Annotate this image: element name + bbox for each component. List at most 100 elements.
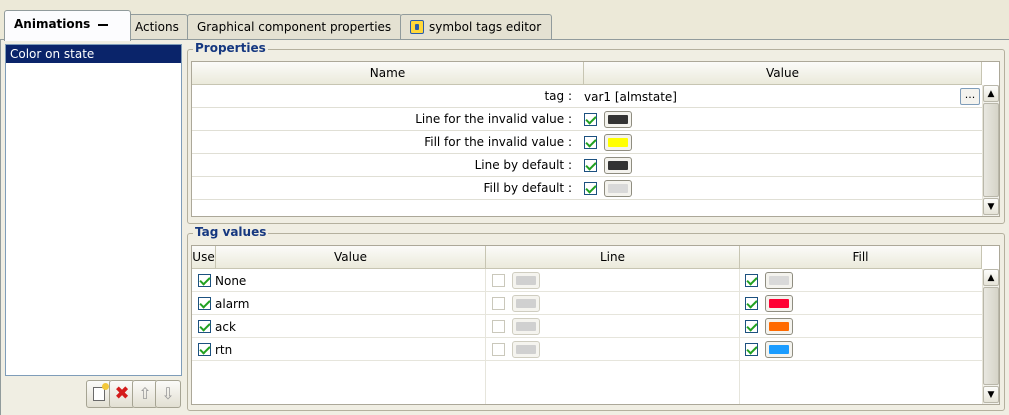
properties-table: Name Value tag : var1 [almstate] ... Lin… <box>191 61 1000 217</box>
fill-color-picker[interactable] <box>765 272 793 289</box>
use-checkbox[interactable] <box>198 297 211 310</box>
fill-checkbox[interactable] <box>745 320 758 333</box>
color-swatch <box>769 345 789 354</box>
fill-color-picker[interactable] <box>765 341 793 358</box>
color-picker[interactable] <box>604 180 632 197</box>
tab-graphical-component-properties[interactable]: Graphical component properties <box>187 14 402 40</box>
tab-graphical-label: Graphical component properties <box>197 20 392 34</box>
animations-list-panel: Color on state ✖ ⇧ ⇩ <box>5 44 182 411</box>
property-row[interactable]: Line by default : <box>192 154 982 177</box>
property-row-tag[interactable]: tag : var1 [almstate] ... <box>192 85 982 108</box>
line-color-picker[interactable] <box>512 341 540 358</box>
tab-actions-label: Actions <box>135 20 179 34</box>
column-header-fill[interactable]: Fill <box>740 246 982 269</box>
properties-group: Properties Name Value tag : var1 [almsta… <box>187 41 1005 224</box>
line-color-picker[interactable] <box>512 272 540 289</box>
use-checkbox[interactable] <box>198 343 211 356</box>
property-value: var1 [almstate] <box>584 85 677 108</box>
line-checkbox[interactable] <box>492 343 505 356</box>
scroll-down-button[interactable]: ▼ <box>983 198 999 215</box>
animations-panel: Color on state ✖ ⇧ ⇩ Properties Name Val… <box>0 40 1009 415</box>
scroll-thumb[interactable] <box>983 103 999 197</box>
color-swatch <box>516 322 536 331</box>
move-up-icon: ⇧ <box>138 384 152 403</box>
tag-editor-icon <box>410 20 424 34</box>
properties-header: Name Value <box>192 62 982 85</box>
line-checkbox[interactable] <box>492 274 505 287</box>
move-down-icon: ⇩ <box>161 384 175 403</box>
use-checkbox[interactable] <box>198 320 211 333</box>
fill-cell <box>745 269 793 292</box>
scroll-up-button[interactable]: ▲ <box>983 269 999 286</box>
tag-values-scrollbar[interactable]: ▲ ▼ <box>982 269 999 404</box>
use-checkbox[interactable] <box>198 274 211 287</box>
fill-color-picker[interactable] <box>765 295 793 312</box>
line-color-picker[interactable] <box>512 295 540 312</box>
scroll-thumb[interactable] <box>983 287 999 385</box>
property-checkbox[interactable] <box>584 113 597 126</box>
use-cell: ack <box>198 315 236 338</box>
property-checkbox[interactable] <box>584 182 597 195</box>
properties-legend: Properties <box>193 41 268 55</box>
scroll-down-button[interactable]: ▼ <box>983 386 999 403</box>
tag-value-name: None <box>215 273 247 288</box>
color-swatch <box>769 276 789 285</box>
line-checkbox[interactable] <box>492 297 505 310</box>
column-header-line[interactable]: Line <box>486 246 740 269</box>
tab-animations[interactable]: Animations <box>4 10 131 41</box>
tag-value: var1 [almstate] <box>584 89 677 104</box>
tab-symbol-tags-editor[interactable]: symbol tags editor <box>400 14 552 40</box>
line-cell <box>492 269 540 292</box>
property-label: tag : <box>544 89 572 103</box>
animations-list[interactable]: Color on state <box>5 44 182 376</box>
property-row[interactable]: Line for the invalid value : <box>192 108 982 131</box>
column-header-value[interactable]: Value <box>216 246 486 269</box>
properties-scrollbar[interactable]: ▲ ▼ <box>982 85 999 216</box>
tab-actions[interactable]: Actions <box>124 14 188 40</box>
column-header-value[interactable]: Value <box>584 62 982 85</box>
delete-icon: ✖ <box>114 383 130 404</box>
fill-checkbox[interactable] <box>745 343 758 356</box>
property-value <box>584 177 632 200</box>
list-toolbar: ✖ ⇧ ⇩ <box>5 378 182 412</box>
property-checkbox[interactable] <box>584 136 597 149</box>
property-row[interactable]: Fill for the invalid value : <box>192 131 982 154</box>
property-row[interactable]: Fill by default : <box>192 177 982 200</box>
column-header-use[interactable]: Use <box>192 246 216 269</box>
line-checkbox[interactable] <box>492 320 505 333</box>
color-swatch <box>608 115 628 124</box>
table-row[interactable]: None <box>192 269 982 292</box>
color-picker[interactable] <box>604 157 632 174</box>
use-cell: None <box>198 269 246 292</box>
tab-animations-label: Animations <box>14 17 91 31</box>
column-header-name[interactable]: Name <box>192 62 584 85</box>
browse-tag-button[interactable]: ... <box>960 88 980 105</box>
color-swatch <box>608 138 628 147</box>
color-picker[interactable] <box>604 134 632 151</box>
property-checkbox[interactable] <box>584 159 597 172</box>
line-cell <box>492 338 540 361</box>
line-color-picker[interactable] <box>512 318 540 335</box>
fill-checkbox[interactable] <box>745 297 758 310</box>
property-value <box>584 108 632 131</box>
color-swatch <box>516 276 536 285</box>
use-cell: rtn <box>198 338 232 361</box>
table-row[interactable]: ack <box>192 315 982 338</box>
color-picker[interactable] <box>604 111 632 128</box>
tag-values-group: Tag values Use Value Line Fill None alar… <box>187 225 1005 411</box>
property-value <box>584 131 632 154</box>
tag-values-legend: Tag values <box>193 225 269 239</box>
list-item-color-on-state[interactable]: Color on state <box>6 45 181 63</box>
fill-color-picker[interactable] <box>765 318 793 335</box>
color-swatch <box>608 184 628 193</box>
property-value <box>584 154 632 177</box>
minimize-icon[interactable] <box>98 23 109 26</box>
move-down-button[interactable]: ⇩ <box>155 380 181 408</box>
tag-value-name: rtn <box>215 342 233 357</box>
fill-checkbox[interactable] <box>745 274 758 287</box>
table-row[interactable]: rtn <box>192 338 982 361</box>
scroll-up-button[interactable]: ▲ <box>983 85 999 102</box>
property-label: Line for the invalid value : <box>415 112 572 126</box>
tab-bar: Animations Actions Graphical component p… <box>0 0 1009 41</box>
table-row[interactable]: alarm <box>192 292 982 315</box>
